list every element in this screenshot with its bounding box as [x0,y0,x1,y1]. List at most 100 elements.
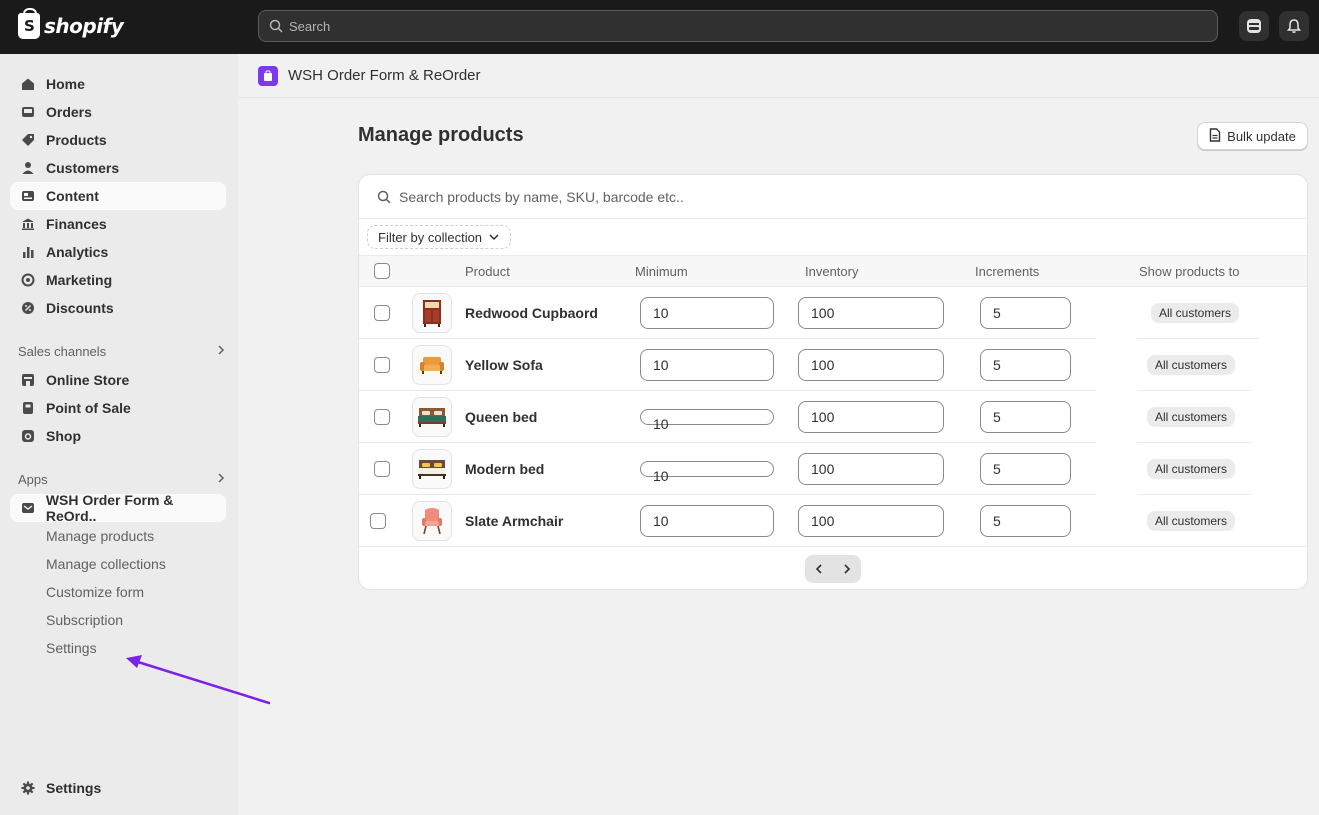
nav-point-of-sale[interactable]: Point of Sale [10,394,226,422]
column-show-to: Show products to [1139,264,1240,279]
subnav-settings[interactable]: Settings [46,640,97,656]
product-name: Slate Armchair [465,513,564,529]
tag-icon [20,132,36,148]
bar-chart-icon [20,244,36,260]
minimum-input[interactable]: 10 [640,409,774,432]
shopify-logo[interactable]: shopify [18,8,124,39]
inventory-input[interactable]: 100 [798,401,944,433]
inbox-icon [20,104,36,120]
nav-app-wsh[interactable]: WSH Order Form & ReOrd.. [10,492,226,524]
product-name: Queen bed [465,409,538,425]
app-header: WSH Order Form & ReOrder [238,54,1319,98]
nav-marketing-label: Marketing [46,272,113,288]
table-header: Product Minimum Inventory Increments Sho… [359,255,1307,287]
increments-input[interactable]: 5 [980,401,1071,433]
nav-shop-label: Shop [46,428,81,444]
nav-finances[interactable]: Finances [10,210,226,238]
show-to-badge: All customers [1147,355,1236,375]
subnav-customize-form[interactable]: Customize form [46,584,144,600]
logo-text: shopify [44,14,124,38]
notifications-button[interactable] [1279,11,1309,41]
pos-icon [20,400,36,416]
envelope-icon [20,500,36,516]
nav-settings[interactable]: Settings [10,774,226,802]
nav-analytics[interactable]: Analytics [10,238,226,266]
nav-online-store[interactable]: Online Store [10,366,226,394]
person-icon [20,160,36,176]
nav-products[interactable]: Products [10,126,226,154]
target-icon [20,272,36,288]
nav-discounts-label: Discounts [46,300,114,316]
minimum-input[interactable]: 10 [640,349,774,381]
row-checkbox[interactable] [374,409,390,425]
table-row: Redwood Cupbaord 10 100 5 All customers [359,287,1307,339]
nav-analytics-label: Analytics [46,244,109,260]
nav-shop[interactable]: Shop [10,422,226,450]
nav-home[interactable]: Home [10,70,226,98]
app-title: WSH Order Form & ReOrder [288,67,481,84]
search-placeholder: Search [289,18,331,34]
row-checkbox[interactable] [370,513,386,529]
inventory-input[interactable]: 100 [798,349,944,381]
increments-input[interactable]: 5 [980,297,1071,329]
nav-customers[interactable]: Customers [10,154,226,182]
show-to-badge: All customers [1147,511,1236,531]
search-icon [377,190,391,204]
increments-input[interactable]: 5 [980,349,1071,381]
sales-channels-header[interactable]: Sales channels [18,344,226,359]
nav-marketing[interactable]: Marketing [10,266,226,294]
select-all-checkbox[interactable] [374,263,390,279]
minimum-input[interactable]: 10 [640,461,774,484]
subnav-manage-products[interactable]: Manage products [46,528,154,544]
nav-orders[interactable]: Orders [10,98,226,126]
cupboard-thumbnail [412,293,452,333]
store-avatar-button[interactable] [1239,11,1269,41]
next-page-button[interactable] [833,555,861,583]
bulk-update-label: Bulk update [1227,128,1296,144]
top-bar: shopify Search [0,0,1319,54]
app-icon [258,65,278,86]
subnav-subscription[interactable]: Subscription [46,612,123,628]
chevron-right-icon [216,344,226,359]
previous-page-button[interactable] [805,555,833,583]
pagination [805,555,861,583]
home-icon [20,76,36,92]
show-to-badge: All customers [1151,303,1240,323]
inventory-input[interactable]: 100 [798,297,944,329]
filter-by-collection-button[interactable]: Filter by collection [367,225,512,249]
bank-icon [20,216,36,232]
bed-thumbnail [412,449,452,489]
row-checkbox[interactable] [374,357,390,373]
store-icon [20,372,36,388]
inventory-input[interactable]: 100 [798,453,944,485]
apps-label: Apps [18,472,48,487]
gear-icon [20,780,36,796]
global-search[interactable]: Search [258,10,1218,42]
product-name: Modern bed [465,461,545,477]
bulk-update-button[interactable]: Bulk update [1197,122,1308,150]
nav-content[interactable]: Content [10,182,226,210]
discount-icon [20,300,36,316]
inventory-input[interactable]: 100 [798,505,944,537]
increments-input[interactable]: 5 [980,453,1071,485]
minimum-input[interactable]: 10 [640,297,774,329]
show-to-badge: All customers [1147,459,1236,479]
table-row: Yellow Sofa 10 100 5 All customers [359,339,1307,391]
product-search-field[interactable]: Search products by name, SKU, barcode et… [359,175,1307,219]
nav-orders-label: Orders [46,104,92,120]
row-checkbox[interactable] [374,305,390,321]
table-row: Queen bed 10 100 5 All customers [359,391,1307,443]
apps-header[interactable]: Apps [18,472,226,487]
show-to-badge: All customers [1147,407,1236,427]
subnav-manage-collections[interactable]: Manage collections [46,556,166,572]
chevron-down-icon [488,230,500,245]
products-card: Search products by name, SKU, barcode et… [358,174,1308,590]
increments-input[interactable]: 5 [980,505,1071,537]
nav-products-label: Products [46,132,107,148]
minimum-input[interactable]: 10 [640,505,774,537]
row-checkbox[interactable] [374,461,390,477]
sales-channels-label: Sales channels [18,344,107,359]
product-search-placeholder: Search products by name, SKU, barcode et… [399,188,684,205]
nav-discounts[interactable]: Discounts [10,294,226,322]
file-icon [1209,127,1221,145]
